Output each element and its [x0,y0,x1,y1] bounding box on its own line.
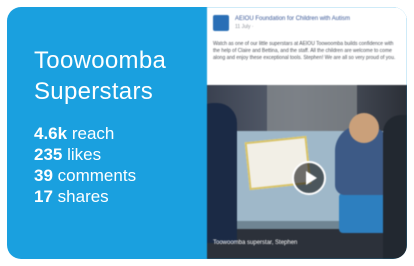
metric-comments: 39 comments [34,165,136,186]
page-logo[interactable] [213,15,229,31]
campaign-title: Toowoomba Superstars [34,45,166,107]
metric-reach: 4.6k reach [34,123,136,144]
metric-label: likes [67,145,102,164]
metric-label: shares [57,187,109,206]
stats-panel: Toowoomba Superstars 4.6k reach 235 like… [7,7,207,259]
video-scene-window [267,85,357,135]
facebook-post-preview[interactable]: AEIOU Foundation for Children with Autis… [207,7,407,259]
metric-value: 235 [34,145,63,164]
campaign-title-line-2: Superstars [34,78,154,105]
video-scene-chair [339,193,387,233]
metric-value: 4.6k [34,124,68,143]
page-name[interactable]: AEIOU Foundation for Children with Autis… [235,15,403,23]
metrics-list: 4.6k reach 235 likes 39 comments 17 shar… [34,123,136,207]
video-thumbnail[interactable]: Toowoomba superstar, Stephen [207,85,407,259]
post-header: AEIOU Foundation for Children with Autis… [213,15,403,35]
metric-value: 17 [34,187,53,206]
campaign-title-line-1: Toowoomba [34,47,167,74]
metric-likes: 235 likes [34,144,136,165]
video-scene-adult-right [383,115,407,259]
metric-shares: 17 shares [34,186,136,207]
play-icon[interactable] [292,161,326,195]
video-caption: Toowoomba superstar, Stephen [213,240,298,246]
metric-value: 39 [34,166,53,185]
post-timestamp: 11 July · [235,24,254,30]
metric-label: comments [57,166,137,185]
post-insight-card: Toowoomba Superstars 4.6k reach 235 like… [7,7,407,259]
video-scene-child-head [349,113,379,143]
post-text: Watch as one of our little superstars at… [213,41,396,61]
metric-label: reach [71,124,115,143]
video-scene-adult-left [207,103,237,243]
